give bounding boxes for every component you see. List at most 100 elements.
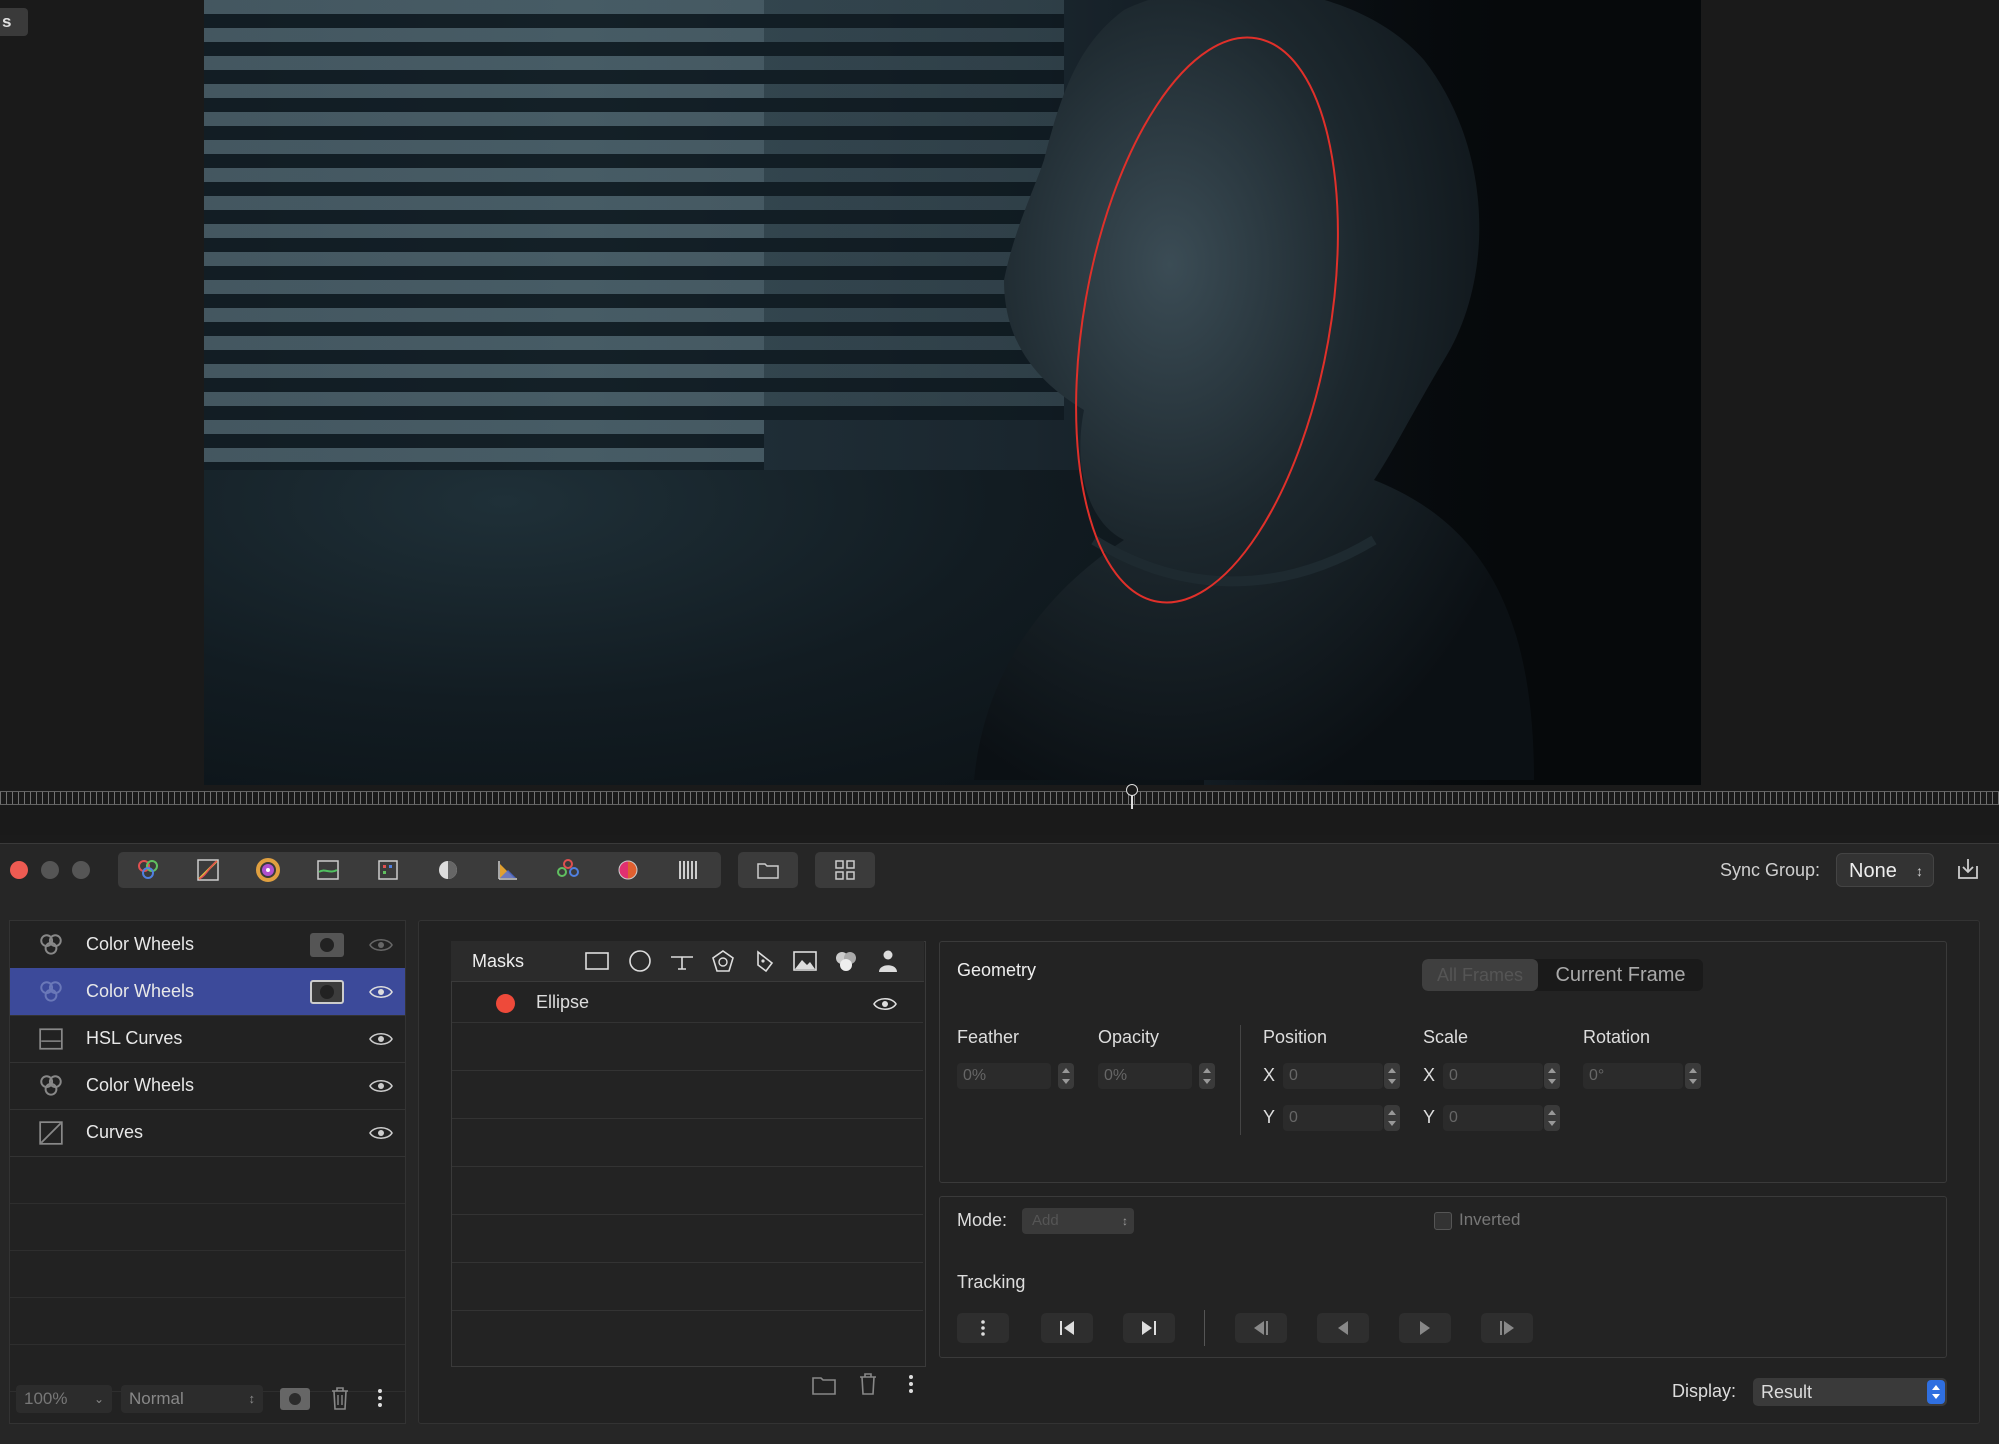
window-minimize-button[interactable] — [41, 861, 59, 879]
color-balance-tool-button[interactable] — [418, 852, 478, 888]
masks-title: Masks — [472, 951, 525, 971]
chevron-updown-icon: ↕ — [1122, 1214, 1128, 1228]
luminance-mask-icon[interactable] — [792, 949, 818, 973]
hsl-curves-icon — [39, 1027, 63, 1050]
mask-row-divider — [452, 1022, 923, 1023]
scale-y-field[interactable]: 0 — [1443, 1105, 1543, 1131]
chevron-down-icon: ⌄ — [93, 1392, 104, 1406]
timeline-ruler[interactable] — [0, 791, 1999, 805]
layer-label: Color Wheels — [86, 981, 195, 1001]
layer-row[interactable]: Color Wheels — [10, 1062, 405, 1110]
step-backward-button[interactable] — [1317, 1313, 1369, 1343]
color-circle-tool-button[interactable] — [238, 852, 298, 888]
trash-icon[interactable] — [858, 1372, 878, 1396]
layer-row-selected[interactable]: Color Wheels — [10, 968, 405, 1016]
feather-label: Feather — [957, 1027, 1020, 1047]
eye-icon[interactable] — [369, 1125, 393, 1141]
feather-field[interactable]: 0% — [957, 1063, 1051, 1089]
mask-list-item[interactable] — [452, 984, 923, 1022]
saturation-tool-button[interactable] — [598, 852, 658, 888]
mask-row-divider — [452, 1118, 923, 1119]
color-wheels-icon — [40, 1074, 62, 1096]
curves-tool-button[interactable] — [178, 852, 238, 888]
color-mask-icon[interactable] — [833, 949, 859, 973]
person-mask-icon[interactable] — [875, 949, 901, 973]
video-frame — [204, 0, 1701, 785]
step-forward-button[interactable] — [1399, 1313, 1451, 1343]
empty-layer-row — [10, 1250, 405, 1298]
layer-row[interactable]: Curves — [10, 1109, 405, 1157]
inverted-checkbox[interactable] — [1434, 1212, 1452, 1230]
rgb-parade-tool-button[interactable] — [478, 852, 538, 888]
corner-tag[interactable]: s — [0, 8, 28, 36]
color-wheels-tool-button[interactable] — [118, 852, 178, 888]
feather-stepper[interactable] — [1058, 1063, 1074, 1089]
display-select[interactable]: Result — [1753, 1378, 1947, 1406]
window-zoom-button[interactable] — [72, 861, 90, 879]
barcode-tool-button[interactable] — [658, 852, 718, 888]
grid-view-button[interactable] — [815, 852, 875, 888]
window-close-button[interactable] — [10, 861, 28, 879]
ellipse-mask-overlay[interactable] — [204, 0, 1701, 785]
playhead-handle[interactable] — [1126, 784, 1138, 796]
go-to-end-button[interactable] — [1123, 1313, 1175, 1343]
opacity-field[interactable]: 0% — [1098, 1063, 1192, 1089]
folder-icon[interactable] — [811, 1374, 837, 1396]
more-vertical-icon[interactable] — [372, 1385, 388, 1411]
eye-icon[interactable] — [369, 937, 393, 953]
track-forward-button[interactable] — [1481, 1313, 1533, 1343]
position-x-stepper[interactable] — [1384, 1063, 1400, 1089]
layer-mask-thumbnail[interactable] — [310, 979, 344, 1004]
chevron-updown-icon — [1927, 1380, 1945, 1404]
track-backward-button[interactable] — [1235, 1313, 1287, 1343]
color-balance-icon — [439, 861, 457, 879]
current-frame-segment[interactable]: Current Frame — [1538, 959, 1703, 991]
layer-row[interactable]: Color Wheels — [10, 921, 405, 969]
mode-select[interactable]: Add ↕ — [1022, 1208, 1134, 1234]
rectangle-mask-icon[interactable] — [584, 949, 610, 973]
scale-y-stepper[interactable] — [1544, 1105, 1560, 1131]
color-table-tool-button[interactable] — [358, 852, 418, 888]
gradient-mask-icon[interactable] — [669, 949, 695, 973]
blend-mode-value: Normal — [129, 1389, 184, 1408]
inverted-label: Inverted — [1459, 1210, 1521, 1229]
geometry-title: Geometry — [957, 960, 1037, 980]
position-x-field[interactable]: 0 — [1283, 1063, 1383, 1089]
add-mask-button[interactable] — [280, 1388, 310, 1410]
blend-mode-select[interactable]: Normal ↕ — [121, 1385, 263, 1413]
more-vertical-icon[interactable] — [905, 1372, 917, 1396]
position-y-field[interactable]: 0 — [1283, 1105, 1383, 1131]
color-board-icon — [557, 859, 579, 877]
rotation-field[interactable]: 0° — [1583, 1063, 1683, 1089]
trash-icon[interactable] — [330, 1385, 350, 1411]
go-to-start-button[interactable] — [1041, 1313, 1093, 1343]
sync-group-select[interactable]: None ↕ — [1836, 853, 1934, 887]
scale-x-field[interactable]: 0 — [1443, 1063, 1543, 1089]
eye-icon[interactable] — [873, 996, 897, 1012]
rotation-stepper[interactable] — [1685, 1063, 1701, 1089]
hsl-curves-tool-button[interactable] — [298, 852, 358, 888]
scale-y-axis-label: Y — [1423, 1107, 1436, 1127]
zoom-select[interactable]: 100% ⌄ — [16, 1385, 112, 1413]
pen-mask-icon[interactable] — [752, 949, 778, 973]
layer-row[interactable]: HSL Curves — [10, 1015, 405, 1063]
mask-color-swatch[interactable] — [496, 994, 515, 1013]
empty-layer-row — [10, 1297, 405, 1345]
export-icon[interactable] — [1955, 856, 1981, 882]
layer-mask-thumbnail[interactable] — [310, 932, 344, 957]
color-wheels-icon — [40, 933, 62, 955]
all-frames-segment[interactable]: All Frames — [1422, 959, 1538, 991]
position-y-stepper[interactable] — [1384, 1105, 1400, 1131]
opacity-stepper[interactable] — [1199, 1063, 1215, 1089]
eye-icon[interactable] — [369, 1031, 393, 1047]
track-forward-icon — [1500, 1321, 1514, 1335]
color-board-tool-button[interactable] — [538, 852, 598, 888]
tracking-options-button[interactable] — [957, 1313, 1009, 1343]
position-x-axis-label: X — [1263, 1065, 1276, 1085]
presets-folder-button[interactable] — [738, 852, 798, 888]
eye-icon[interactable] — [369, 1078, 393, 1094]
scale-x-stepper[interactable] — [1544, 1063, 1560, 1089]
polygon-mask-icon[interactable] — [710, 949, 736, 973]
eye-icon[interactable] — [369, 984, 393, 1000]
ellipse-mask-icon[interactable] — [627, 949, 653, 973]
